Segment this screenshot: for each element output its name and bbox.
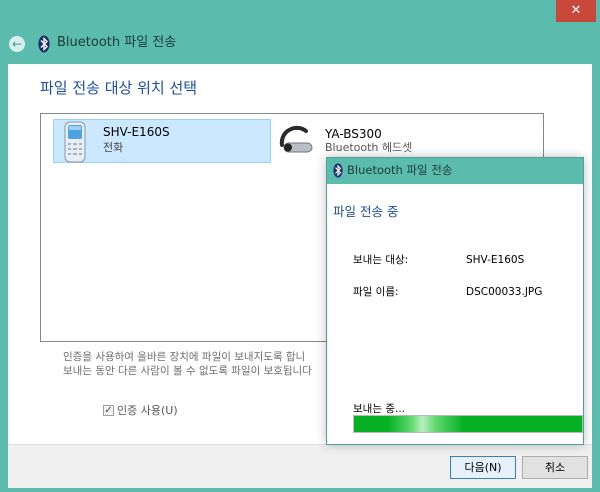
back-button[interactable]: ← [9,36,25,52]
progress-dialog-heading: 파일 전송 중 [333,204,399,219]
close-button[interactable]: ✕ [556,0,596,22]
progress-dialog-title: Bluetooth 파일 전송 [347,163,453,177]
auth-checkbox[interactable]: ✓ [103,405,114,416]
next-button[interactable]: 다음(N) [450,456,516,479]
auth-help-text: 인증을 사용하여 올바른 장치에 파일이 보내지도록 합니 [63,351,306,363]
recipient-value: SHV-E160S [466,254,525,266]
phone-icon [64,121,86,163]
transfer-status: 보내는 중... [353,403,405,415]
window-title: Bluetooth 파일 전송 [57,35,177,50]
filename-value: DSC00033.JPG [466,286,543,298]
filename-label: 파일 이름: [353,286,399,298]
headset-icon[interactable] [276,123,318,161]
auth-help-text: 보내는 동안 다른 사람이 볼 수 없도록 파일이 보호됩니다 [63,365,312,377]
bluetooth-icon [38,35,50,53]
bluetooth-icon [333,163,343,178]
cancel-button[interactable]: 취소 [522,456,588,479]
progress-fill [354,416,582,432]
transfer-progress-bar [353,415,583,433]
device-name: SHV-E160S [103,125,170,139]
device-type: Bluetooth 헤드셋 [325,141,413,154]
recipient-label: 보내는 대상: [353,254,409,266]
device-type: 전화 [103,141,124,154]
device-name: YA-BS300 [325,127,382,141]
page-heading: 파일 전송 대상 위치 선택 [40,79,198,97]
auth-checkbox-label[interactable]: 인증 사용(U) [117,404,178,418]
